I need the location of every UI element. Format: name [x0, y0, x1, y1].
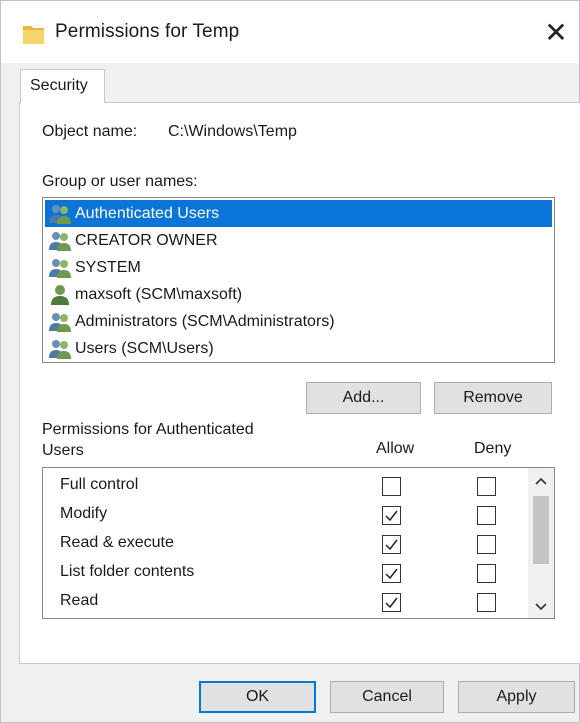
- permissions-label-line2: Users: [42, 442, 84, 459]
- group-list-label: Group or user names:: [42, 173, 198, 190]
- permissions-label: Permissions for Authenticated Users: [42, 419, 254, 461]
- list-item-label: SYSTEM: [75, 259, 141, 276]
- group-users-icon: [48, 311, 72, 333]
- group-users-icon: [48, 257, 72, 279]
- object-name-value: C:\Windows\Temp: [168, 123, 297, 140]
- tab-security[interactable]: Security: [20, 69, 105, 103]
- deny-checkbox[interactable]: [477, 535, 496, 554]
- list-item-label: maxsoft (SCM\maxsoft): [75, 286, 243, 303]
- permission-name: Read: [60, 592, 99, 609]
- allow-checkbox[interactable]: [382, 477, 401, 496]
- list-item-label: Authenticated Users: [75, 205, 220, 222]
- permission-row: [43, 617, 528, 618]
- allow-checkbox[interactable]: [382, 506, 401, 525]
- permission-row: Modify: [43, 501, 528, 530]
- apply-button[interactable]: Apply: [458, 681, 575, 713]
- security-panel: Object name: C:\Windows\Temp Group or us…: [19, 102, 580, 664]
- allow-checkbox[interactable]: [382, 593, 401, 612]
- list-item-label: CREATOR OWNER: [75, 232, 218, 249]
- ok-button[interactable]: OK: [199, 681, 316, 713]
- list-item-label: Administrators (SCM\Administrators): [75, 313, 335, 330]
- scroll-up-button[interactable]: [528, 470, 554, 492]
- deny-checkbox[interactable]: [477, 477, 496, 496]
- deny-checkbox[interactable]: [477, 593, 496, 612]
- add-button[interactable]: Add...: [306, 382, 421, 414]
- list-item[interactable]: SYSTEM: [45, 254, 552, 281]
- permissions-list: Read List folder contents Read & execute Mo…: [42, 467, 555, 619]
- list-item[interactable]: maxsoft (SCM\maxsoft): [45, 281, 552, 308]
- scroll-thumb[interactable]: [533, 496, 549, 564]
- remove-button[interactable]: Remove: [434, 382, 552, 414]
- deny-column-header: Deny: [474, 440, 512, 457]
- group-users-icon: [48, 338, 72, 360]
- list-item[interactable]: Authenticated Users: [45, 200, 552, 227]
- list-item[interactable]: Administrators (SCM\Administrators): [45, 308, 552, 335]
- deny-checkbox[interactable]: [477, 564, 496, 583]
- list-item[interactable]: Users (SCM\Users): [45, 335, 552, 362]
- permissions-label-line1: Permissions for Authenticated: [42, 421, 254, 438]
- chevron-up-icon: [535, 477, 547, 485]
- list-item-label: Users (SCM\Users): [75, 340, 214, 357]
- permissions-dialog: Permissions for Temp ✕ Security Object n…: [0, 0, 580, 723]
- permission-row: List folder contents: [43, 559, 528, 588]
- group-users-icon: [48, 230, 72, 252]
- permission-name: Read & execute: [60, 534, 174, 551]
- group-users-icon: [48, 203, 72, 225]
- allow-column-header: Allow: [376, 440, 415, 457]
- close-icon: ✕: [544, 16, 568, 48]
- close-button[interactable]: ✕: [539, 15, 573, 49]
- object-name-label: Object name:: [42, 123, 138, 140]
- scroll-down-button[interactable]: [528, 596, 554, 618]
- list-item[interactable]: CREATOR OWNER: [45, 227, 552, 254]
- single-user-icon: [48, 284, 72, 306]
- permission-name: List folder contents: [60, 563, 195, 580]
- chevron-down-icon: [535, 603, 547, 611]
- permission-name: Full control: [60, 476, 139, 493]
- cancel-button[interactable]: Cancel: [330, 681, 444, 713]
- permissions-scrollbar[interactable]: [528, 468, 554, 618]
- allow-checkbox[interactable]: [382, 535, 401, 554]
- title-bar: Permissions for Temp ✕: [1, 1, 579, 63]
- permission-row: Full control: [43, 472, 528, 501]
- permission-name: Modify: [60, 505, 108, 522]
- permission-row: Read & execute: [43, 530, 528, 559]
- folder-icon: [21, 21, 47, 47]
- permission-row: Read: [43, 588, 528, 617]
- deny-checkbox[interactable]: [477, 506, 496, 525]
- window-title: Permissions for Temp: [55, 21, 240, 42]
- allow-checkbox[interactable]: [382, 564, 401, 583]
- group-user-list[interactable]: Authenticated Users CREATOR OWNER SYSTEM ma…: [42, 197, 555, 363]
